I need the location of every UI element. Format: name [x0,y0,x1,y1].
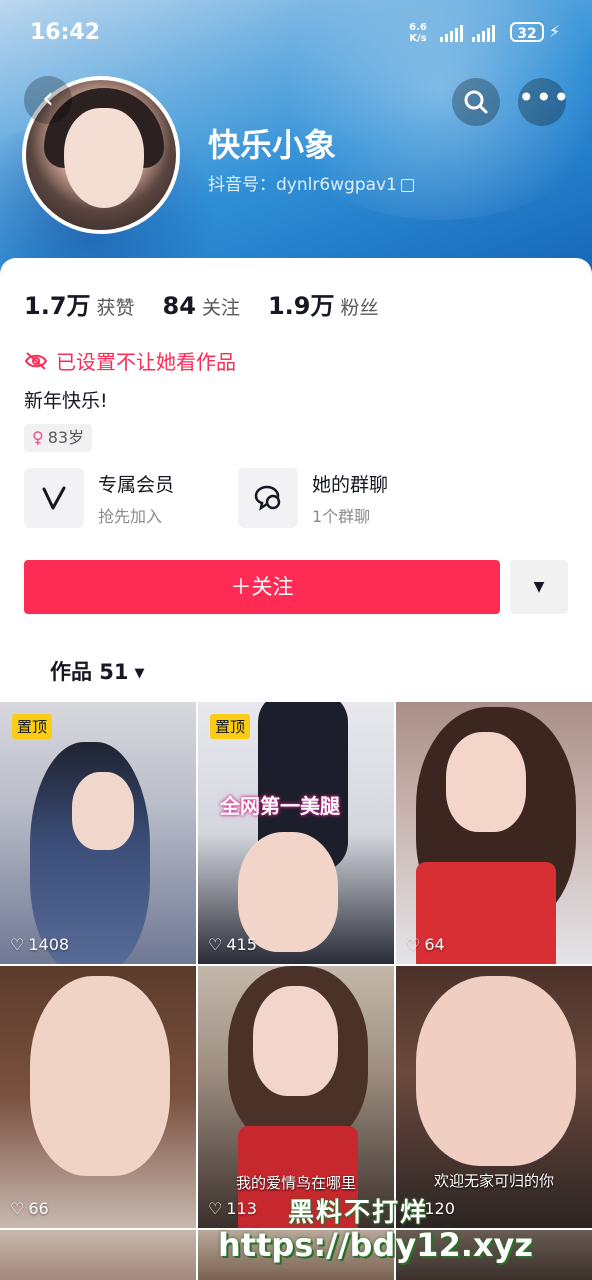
video-likes-count: 66 [28,1199,49,1218]
likes-label: 获赞 [96,297,135,319]
nickname: 快乐小象 [208,126,337,164]
video-likes-count: 1408 [28,935,70,954]
female-icon: ♀ [32,428,44,447]
heart-icon: ♡ [10,1199,25,1218]
signal-2-icon [472,24,495,42]
feature-group-chat[interactable]: 她的群聊 1个群聊 [238,468,388,528]
group-chat-icon [238,468,298,528]
video-likes-count: 415 [226,935,257,954]
stats-row: 1.7万 获赞 84 关注 1.9万 粉丝 [24,286,378,321]
feature-vip-subtitle: 抢先加入 [98,506,163,526]
follow-button[interactable]: ＋关注 [24,560,500,614]
video-likes: ♡ 113 [208,1199,257,1218]
age-tag: ♀ 83岁 [24,424,93,452]
status-bar: 16:42 6.6 K/s 32 ⚡ [0,0,592,68]
blocked-notice[interactable]: 已设置不让她看作品 [24,346,236,375]
followers-label: 粉丝 [340,297,379,319]
video-likes: ♡ 415 [208,935,257,954]
pinned-badge: 置顶 [12,714,53,739]
video-likes: ♡ 66 [10,1199,49,1218]
feature-group-subtitle: 1个群聊 [312,506,371,526]
stat-followers[interactable]: 1.9万 粉丝 [268,286,379,321]
thumbnail-face [446,732,526,832]
eye-off-icon [24,351,48,370]
douyin-id[interactable]: 抖音号：dynlr6wgpav1 [208,170,414,195]
feature-group-title: 她的群聊 [312,473,389,496]
thumbnail-face [416,976,576,1166]
following-label: 关注 [201,297,240,319]
heart-icon: ♡ [208,935,223,954]
status-time: 16:42 [30,20,101,45]
tab-works[interactable]: 作品 51 ▼ [50,656,145,686]
heart-icon: ♡ [406,935,421,954]
video-likes: ♡ 64 [406,935,445,954]
copy-icon[interactable] [400,178,414,192]
video-thumbnail[interactable]: 欢迎无家可归的你 ♡ 120 [396,966,592,1228]
works-tab-label: 作品 51 [50,660,129,684]
charging-icon: ⚡ [549,22,561,41]
network-speed: 6.6 K/s [409,22,427,44]
back-arrow-icon: ‹ [42,81,54,116]
video-likes: ♡ 1408 [10,935,69,954]
search-icon [464,90,488,114]
stat-following[interactable]: 84 关注 [163,292,240,320]
feature-vip-title: 专属会员 [98,473,175,496]
pinned-badge: 置顶 [210,714,251,739]
video-thumbnail[interactable]: ♡ 66 [0,966,196,1228]
watermark-line2: https://bdy12.xyz [218,1226,533,1264]
likes-count: 1.7万 [24,292,91,320]
followers-count: 1.9万 [267,292,335,320]
vip-v-icon [24,468,84,528]
video-caption: 欢迎无家可归的你 [433,1172,554,1190]
bio: 新年快乐! [24,390,108,412]
thumbnail-face [72,772,134,850]
video-likes-count: 113 [226,1199,257,1218]
thumbnail-face [30,976,170,1176]
blocked-notice-text: 已设置不让她看作品 [56,350,236,374]
video-thumbnail[interactable]: 我的爱情鸟在哪里 ♡ 113 [198,966,394,1228]
search-button[interactable] [452,78,500,126]
feature-vip[interactable]: 专属会员 抢先加入 [24,468,174,528]
caret-down-icon: ▼ [134,665,145,681]
battery-icon: 32 [510,22,544,42]
heart-icon: ♡ [208,1199,223,1218]
thumbnail-face [238,832,338,952]
more-button[interactable]: ••• [518,78,570,126]
more-dots-icon: ••• [518,81,571,114]
recommend-dropdown-button[interactable]: ▼ [510,560,568,614]
video-likes-count: 120 [424,1199,455,1218]
triangle-down-icon: ▼ [533,579,545,595]
video-thumbnail[interactable]: 置顶 ♡ 1408 [0,702,196,964]
profile-header: 16:42 6.6 K/s 32 ⚡ ‹ ••• 快乐小象 抖音号：dynlr6… [0,0,592,290]
age-text: 83岁 [47,428,85,447]
watermark-line1: 黑料不打烊 [288,1198,429,1228]
video-caption: 我的爱情鸟在哪里 [235,1174,356,1192]
douyin-id-text: 抖音号：dynlr6wgpav1 [208,175,397,195]
video-overlay-text: 全网第一美腿 [220,794,340,818]
video-thumbnail[interactable]: ♡ 64 [396,702,592,964]
video-thumbnail[interactable]: 置顶 全网第一美腿 ♡ 415 [198,702,394,964]
thumbnail-face [253,986,338,1096]
stat-likes[interactable]: 1.7万 获赞 [24,286,135,321]
following-count: 84 [162,292,196,320]
video-likes-count: 64 [424,935,445,954]
heart-icon: ♡ [10,935,25,954]
back-button[interactable]: ‹ [24,76,72,124]
avatar-face [64,108,144,208]
video-thumbnail[interactable] [0,1230,196,1280]
signal-icon [440,24,463,42]
